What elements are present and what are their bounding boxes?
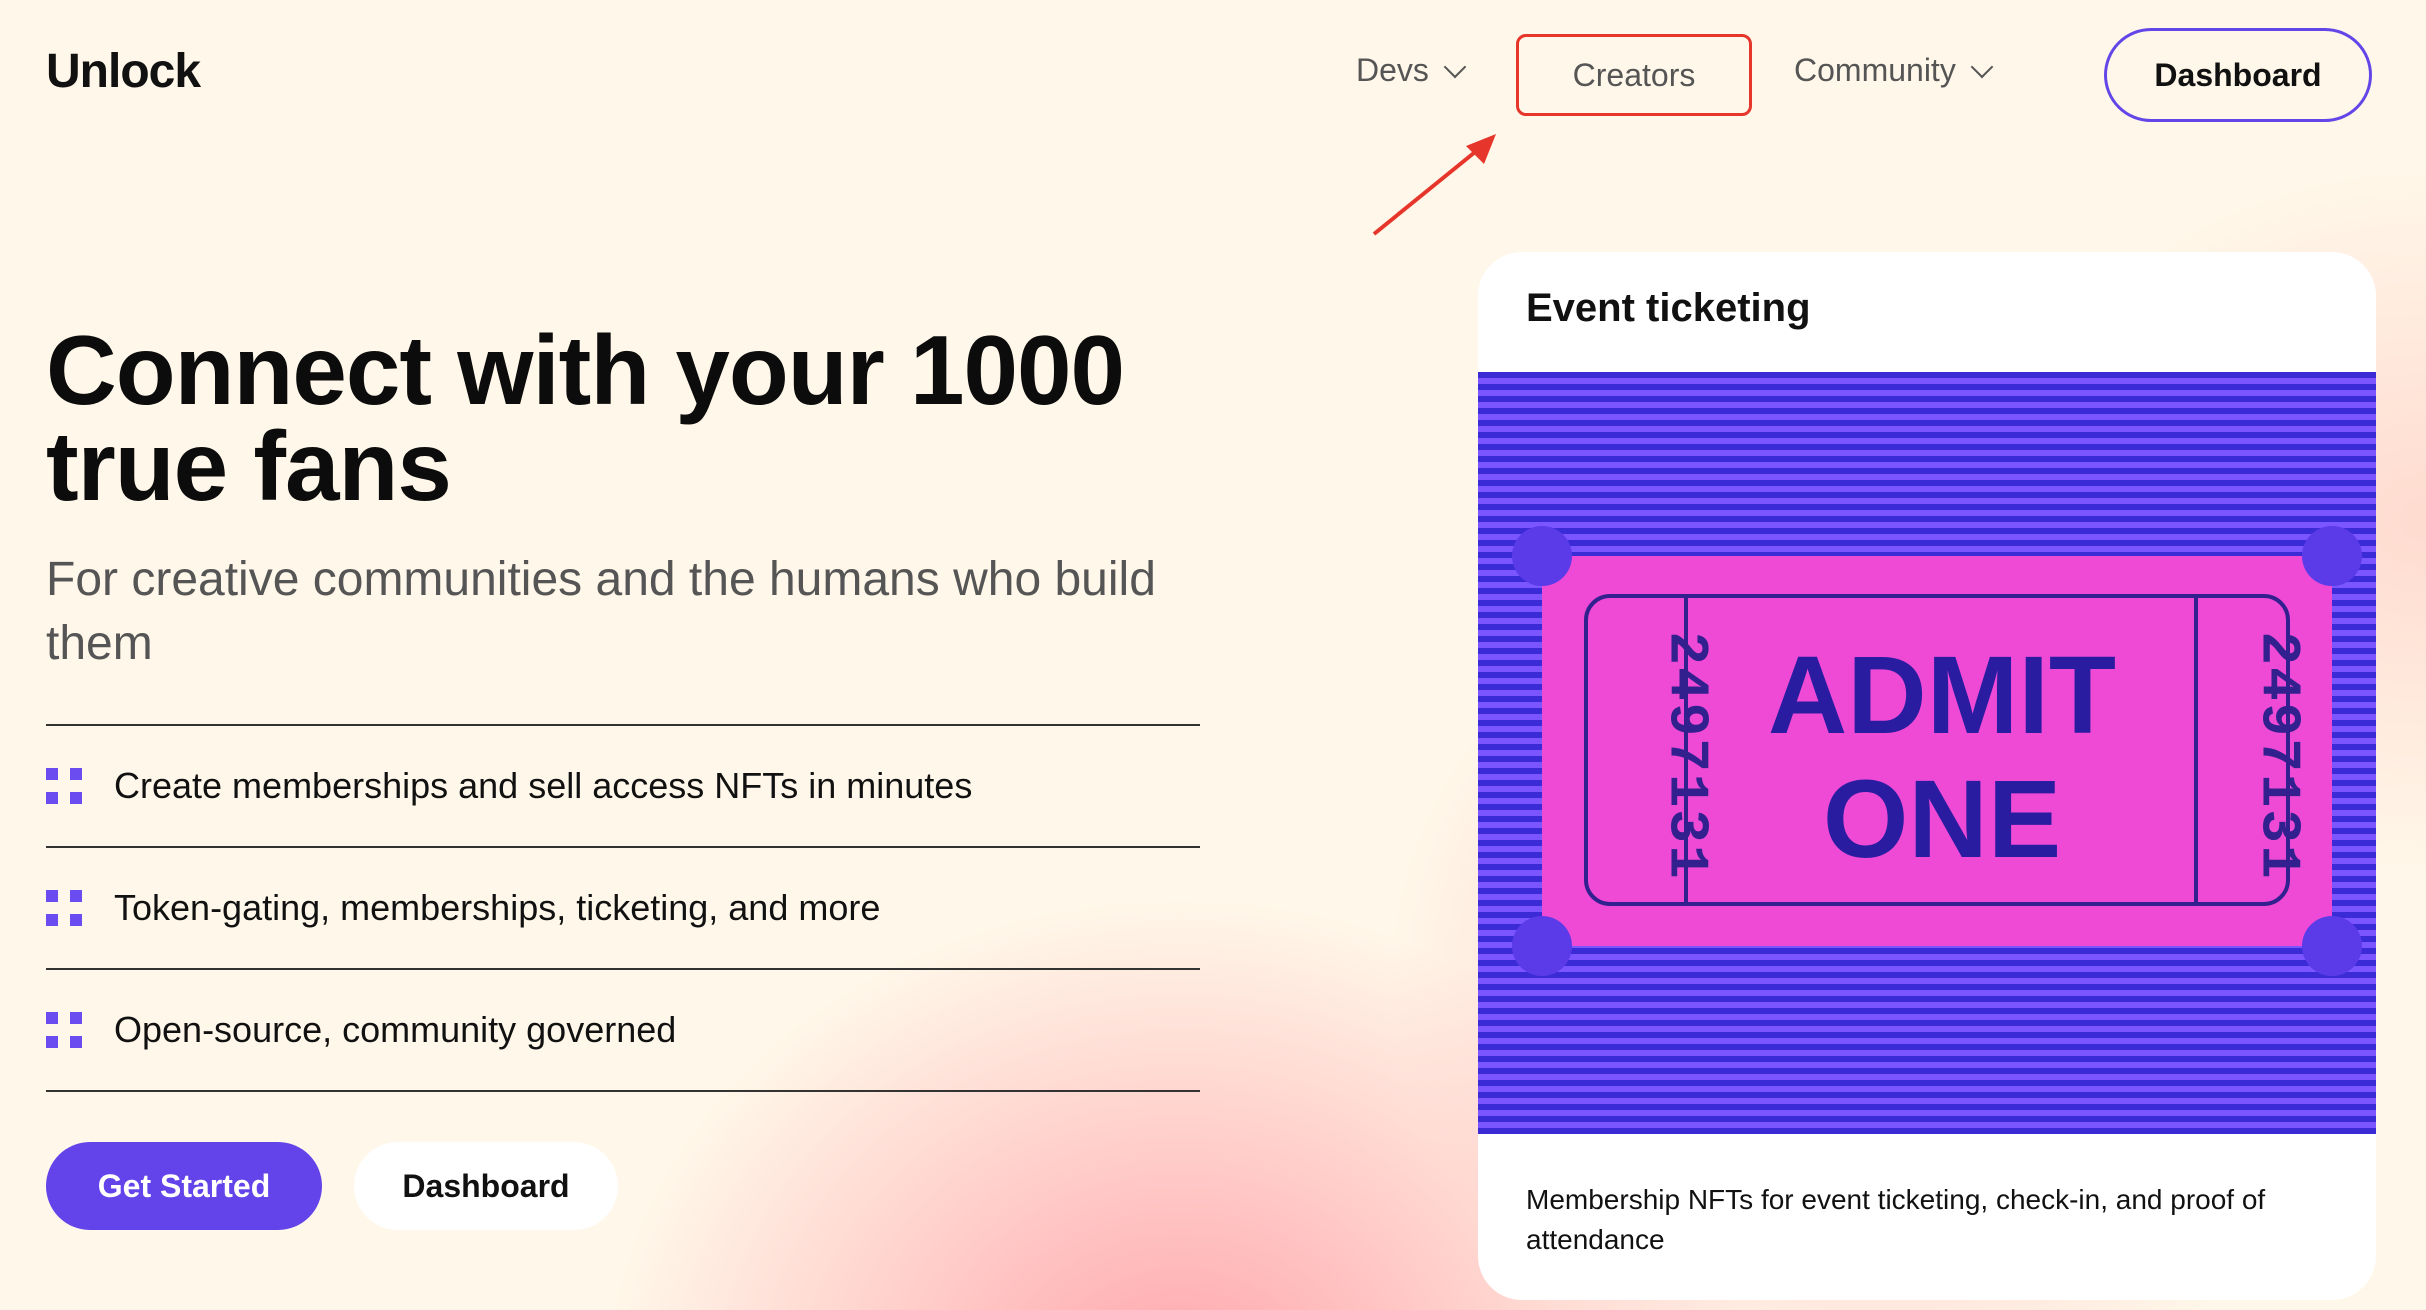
- nav-devs-label: Devs: [1356, 52, 1429, 88]
- ticket-line-admit: ADMIT: [1767, 634, 2117, 757]
- nav-community[interactable]: Community: [1794, 52, 1994, 89]
- nav-devs[interactable]: Devs: [1356, 52, 1467, 89]
- nav-creators[interactable]: Creators: [1516, 34, 1752, 116]
- divider: [46, 1090, 1200, 1092]
- feature-text: Create memberships and sell access NFTs …: [114, 765, 973, 806]
- card-description: Membership NFTs for event ticketing, che…: [1526, 1184, 2266, 1255]
- ticket-number-right: 2497131: [2246, 631, 2311, 881]
- feature-item: Token-gating, memberships, ticketing, an…: [46, 848, 1200, 968]
- grid-dots-icon: [46, 1012, 82, 1048]
- ticket-border: 2497131 2497131 ADMIT ONE: [1584, 594, 2311, 906]
- ticket-illustration: 2497131 2497131 ADMIT ONE: [1478, 372, 2376, 1134]
- feature-item: Create memberships and sell access NFTs …: [46, 726, 1200, 846]
- logo[interactable]: Unlock: [46, 44, 201, 99]
- chevron-down-icon: [1443, 55, 1467, 78]
- header-dashboard-button[interactable]: Dashboard: [2104, 28, 2372, 122]
- ticket-text: ADMIT ONE: [1684, 634, 2200, 882]
- hero-subtitle: For creative communities and the humans …: [46, 553, 1156, 670]
- hero-title: Connect with your 1000 true fans: [46, 315, 1125, 521]
- feature-text: Token-gating, memberships, ticketing, an…: [114, 887, 881, 928]
- nav-community-label: Community: [1794, 52, 1956, 88]
- dashboard-button[interactable]: Dashboard: [354, 1142, 618, 1230]
- red-arrow-icon: [1372, 134, 1496, 236]
- admit-one-ticket: 2497131 2497131 ADMIT ONE: [1512, 526, 2362, 976]
- feature-text: Open-source, community governed: [114, 1009, 677, 1050]
- ticket-line-one: ONE: [1822, 758, 2062, 881]
- chevron-down-icon: [1970, 55, 1994, 78]
- event-ticketing-card[interactable]: Event ticketing 2497131 2497131 ADMIT ON…: [1478, 252, 2376, 1300]
- get-started-button[interactable]: Get Started: [46, 1142, 322, 1230]
- feature-item: Open-source, community governed: [46, 970, 1200, 1090]
- card-title: Event ticketing: [1526, 286, 1811, 330]
- grid-dots-icon: [46, 768, 82, 804]
- nav-creators-label: Creators: [1572, 56, 1696, 93]
- grid-dots-icon: [46, 890, 82, 926]
